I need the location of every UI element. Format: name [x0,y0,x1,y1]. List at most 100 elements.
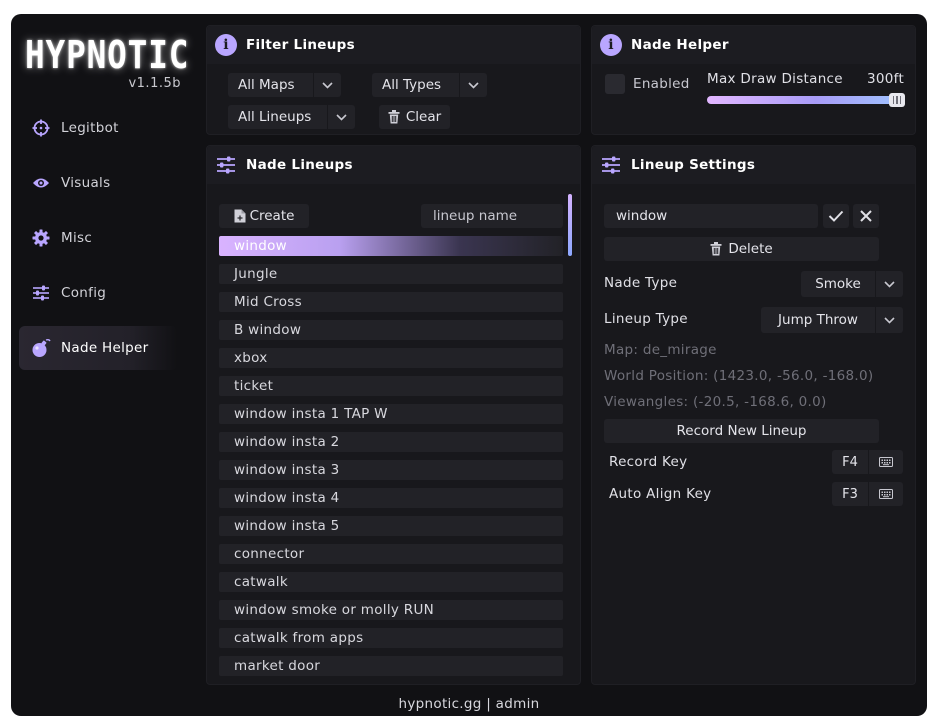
lineup-list-item[interactable]: window [219,236,563,256]
chevron-down-icon [459,73,487,97]
lineup-list-item[interactable]: window insta 1 TAP W [219,404,563,424]
sidebar-item-nade-helper[interactable]: Nade Helper [19,326,177,370]
enabled-checkbox[interactable] [605,74,625,94]
enabled-label: Enabled [633,76,690,92]
lineup-name-field[interactable]: window [604,204,818,228]
panel-header: i Nade Helper [592,26,915,64]
lineup-list-item[interactable]: market door [219,656,563,676]
chevron-down-icon [875,271,903,297]
sidebar-item-label: Nade Helper [61,340,149,356]
sliders-icon [31,283,51,303]
lineup-list-item[interactable]: ticket [219,376,563,396]
max-draw-distance-label: Max Draw Distance [707,71,843,87]
cancel-button[interactable] [853,204,879,228]
keyboard-icon [868,482,902,506]
panel-title: Lineup Settings [631,157,756,173]
lineup-list-item[interactable]: Jungle [219,264,563,284]
keyboard-icon [868,450,902,474]
clear-filters-button[interactable]: Clear [379,105,450,129]
lineup-list-item[interactable]: catwalk [219,572,563,592]
trash-icon [388,110,400,124]
panel-header: Lineup Settings [592,146,915,184]
panel-title: Nade Helper [631,37,729,53]
panel-title: Filter Lineups [246,37,355,53]
crosshair-icon [31,118,51,138]
panel-header: i Filter Lineups [207,26,580,64]
slider-handle[interactable] [889,93,905,107]
eye-icon [31,173,51,193]
auto-align-key-bind[interactable]: F3 [832,482,903,506]
sidebar-item-label: Misc [61,230,93,246]
lineup-filter-dropdown[interactable]: All Lineups [228,105,355,129]
footer-text: hypnotic.gg | admin [398,696,540,712]
check-icon [828,210,844,222]
lineup-list-item[interactable]: catwalk from apps [219,628,563,648]
type-filter-dropdown[interactable]: All Types [372,73,487,97]
sliders-icon [214,153,238,177]
sidebar-item-legitbot[interactable]: Legitbot [19,106,177,150]
file-icon [234,209,246,223]
confirm-button[interactable] [823,204,849,228]
lineup-list-item[interactable]: window smoke or molly RUN [219,600,563,620]
lineups-scrollbar[interactable] [568,194,572,256]
max-draw-distance-slider[interactable] [707,96,905,104]
sidebar-item-label: Config [61,285,107,301]
dropdown-value: Smoke [815,276,861,292]
app-window: HYPNOTIC v1.1.5b Legitbot Visuals Misc C… [11,14,927,716]
lineup-list-item[interactable]: window insta 3 [219,460,563,480]
lineup-list-item[interactable]: xbox [219,348,563,368]
map-info: Map: de_mirage [604,342,717,358]
viewangles-info: Viewangles: (-20.5, -168.6, 0.0) [604,394,827,410]
lineup-list-item[interactable]: B window [219,320,563,340]
sidebar-item-label: Visuals [61,175,111,191]
trash-icon [710,242,722,256]
lineup-name-input[interactable]: lineup name [421,204,563,228]
filter-lineups-panel: i Filter Lineups All Maps All Types All … [206,25,581,135]
close-icon [860,210,872,222]
lineup-type-label: Lineup Type [604,311,688,327]
sidebar-item-config[interactable]: Config [19,271,177,315]
info-icon: i [214,33,238,57]
chevron-down-icon [313,73,341,97]
chevron-down-icon [327,105,355,129]
panel-title: Nade Lineups [246,157,353,173]
sidebar-item-visuals[interactable]: Visuals [19,161,177,205]
sidebar-item-misc[interactable]: Misc [19,216,177,260]
app-logo: HYPNOTIC [25,33,190,77]
create-lineup-button[interactable]: Create [219,204,309,228]
lineup-list-item[interactable]: window insta 4 [219,488,563,508]
lineup-type-dropdown[interactable]: Jump Throw [761,307,903,333]
record-key-label: Record Key [609,454,688,470]
record-new-lineup-button[interactable]: Record New Lineup [604,419,879,443]
record-key-bind[interactable]: F4 [832,450,903,474]
chevron-down-icon [875,307,903,333]
nade-lineups-panel: Nade Lineups Create lineup name window Ju… [206,145,581,685]
clear-label: Clear [405,109,442,125]
grenade-icon [31,338,51,358]
info-icon: i [599,33,623,57]
lineup-settings-panel: Lineup Settings window Delete Nade Type … [591,145,916,685]
lineup-list-item[interactable]: connector [219,544,563,564]
key-value: F3 [842,486,858,502]
world-position-info: World Position: (1423.0, -56.0, -168.0) [604,368,874,384]
nade-helper-panel: i Nade Helper Enabled Max Draw Distance … [591,25,916,135]
dropdown-value: Jump Throw [778,312,858,328]
dropdown-value: All Maps [238,77,295,93]
dropdown-value: All Types [382,77,442,93]
key-value: F4 [842,454,858,470]
lineup-list-item[interactable]: Mid Cross [219,292,563,312]
map-filter-dropdown[interactable]: All Maps [228,73,341,97]
create-label: Create [249,208,295,224]
sidebar-item-label: Legitbot [61,120,119,136]
lineup-list-item[interactable]: window insta 5 [219,516,563,536]
max-draw-distance-value: 300ft [867,71,905,87]
dropdown-value: All Lineups [238,109,312,125]
nade-type-label: Nade Type [604,275,678,291]
app-version: v1.1.5b [128,76,181,91]
lineup-list-item[interactable]: window insta 2 [219,432,563,452]
nade-type-dropdown[interactable]: Smoke [801,271,903,297]
sliders-icon [599,153,623,177]
panel-header: Nade Lineups [207,146,580,184]
delete-lineup-button[interactable]: Delete [604,237,879,261]
delete-label: Delete [728,241,773,257]
